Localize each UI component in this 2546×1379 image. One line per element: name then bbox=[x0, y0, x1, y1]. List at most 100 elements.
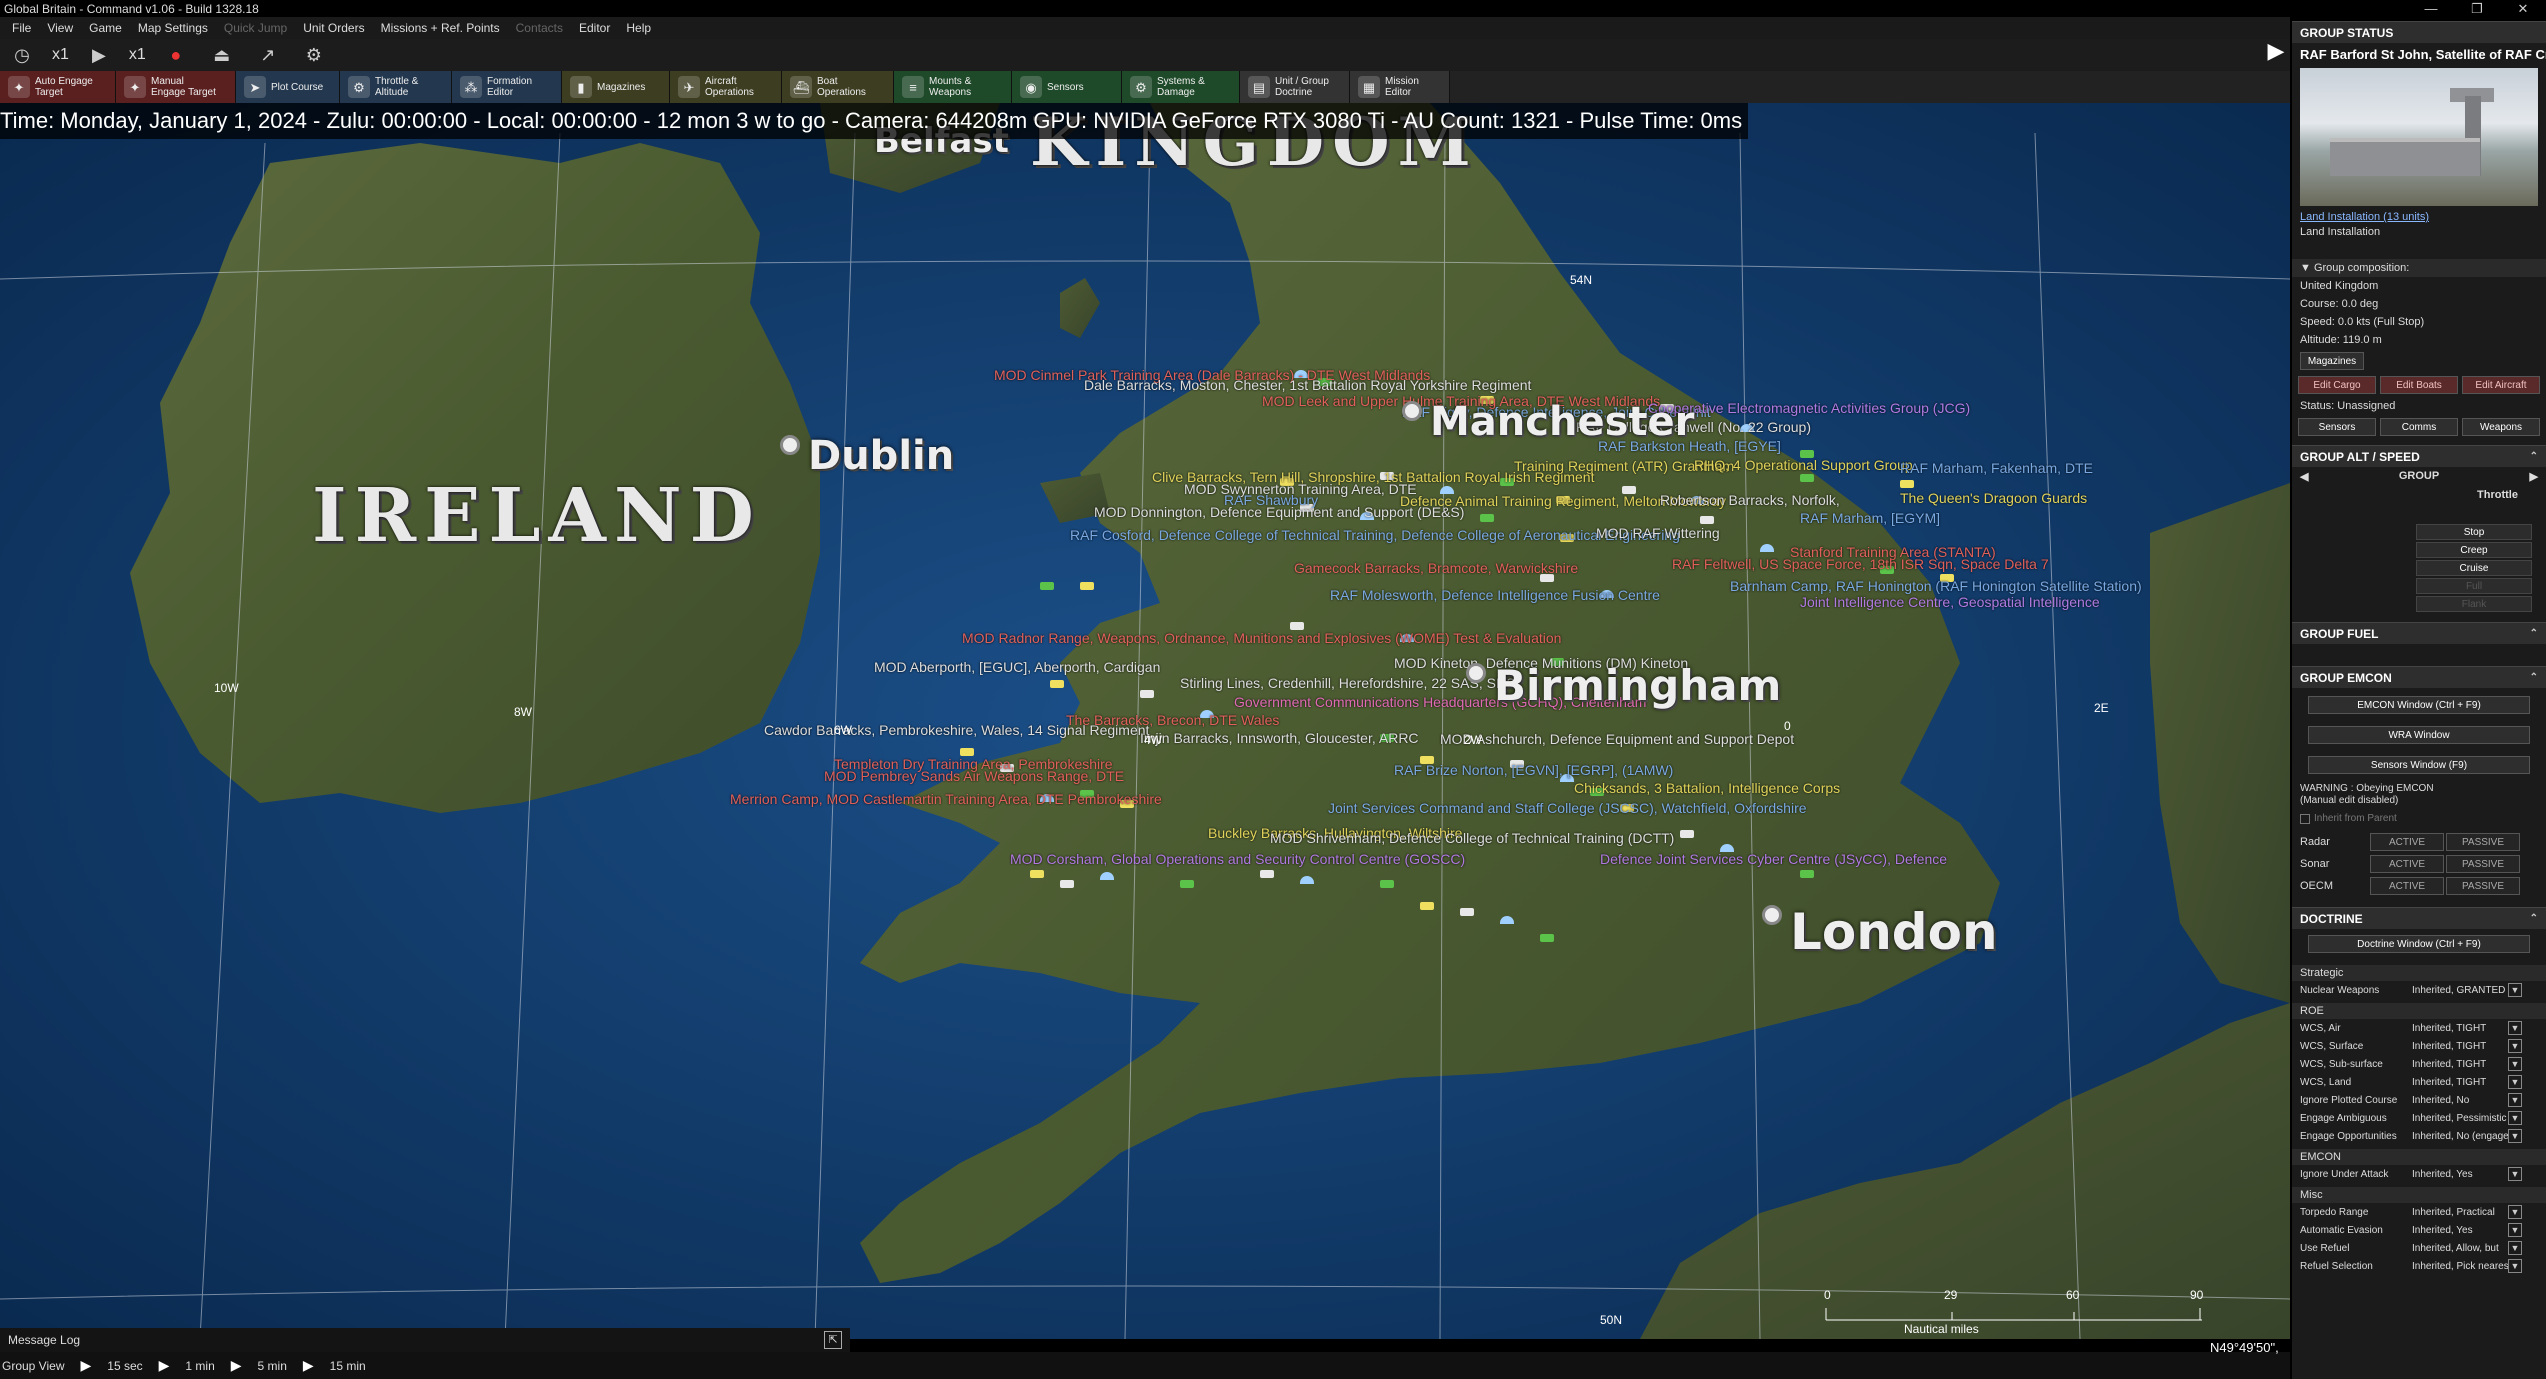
magazines-button[interactable]: ▮ Magazines bbox=[562, 71, 670, 103]
unit-label[interactable]: MOD Donnington, Defence Equipment and Su… bbox=[1094, 504, 1464, 520]
throttle-full-button[interactable]: Full bbox=[2416, 578, 2532, 594]
boat-operations-button[interactable]: ⛴ Boat Operations bbox=[782, 71, 894, 103]
doctrine-setting-value[interactable]: Inherited, TIGHT bbox=[2412, 1041, 2508, 1052]
minimize-button[interactable]: — bbox=[2408, 1, 2454, 16]
magazines-panel-button[interactable]: Magazines bbox=[2300, 352, 2364, 370]
inherit-from-parent-checkbox[interactable]: Inherit from Parent bbox=[2292, 810, 2546, 827]
unit-label[interactable]: Chicksands, 3 Battalion, Intelligence Co… bbox=[1574, 780, 1840, 796]
step-5min[interactable]: 5 min bbox=[258, 1359, 287, 1373]
unit-label[interactable]: Gamecock Barracks, Bramcote, Warwickshir… bbox=[1294, 560, 1578, 576]
emcon-passive-option[interactable]: PASSIVE bbox=[2446, 877, 2520, 895]
step-compression-label[interactable]: x1 bbox=[129, 46, 146, 64]
unit-marker-icon[interactable] bbox=[1800, 474, 1814, 482]
unit-label[interactable]: Stirling Lines, Credenhill, Herefordshir… bbox=[1180, 675, 1515, 691]
plot-course-button[interactable]: ➤ Plot Course bbox=[236, 71, 340, 103]
alt-speed-header[interactable]: GROUP ALT / SPEED ⌃ bbox=[2292, 445, 2546, 467]
fuel-header[interactable]: GROUP FUEL ⌃ bbox=[2292, 622, 2546, 644]
edit-cargo-button[interactable]: Edit Cargo bbox=[2298, 376, 2376, 394]
unit-marker-icon[interactable] bbox=[1680, 830, 1694, 838]
chevron-down-icon[interactable]: ▼ bbox=[2508, 1057, 2522, 1071]
unit-label[interactable]: The Queen's Dragoon Guards bbox=[1900, 490, 2087, 506]
tab-sensors[interactable]: Sensors bbox=[2298, 418, 2376, 436]
unit-label[interactable]: Robertson Barracks, Norfolk, bbox=[1660, 492, 1840, 508]
unit-label[interactable]: The Barracks, Brecon, DTE Wales bbox=[1066, 712, 1279, 728]
menu-help[interactable]: Help bbox=[618, 21, 659, 35]
step-icon[interactable]: ▶ bbox=[303, 1357, 314, 1374]
unit-marker-icon[interactable] bbox=[1300, 876, 1314, 884]
unit-label[interactable]: Imjin Barracks, Innsworth, Gloucester, A… bbox=[1140, 730, 1419, 746]
close-button[interactable]: ✕ bbox=[2500, 1, 2546, 17]
unit-marker-icon[interactable] bbox=[1140, 690, 1154, 698]
clock-icon[interactable]: ◷ bbox=[6, 45, 38, 66]
undock-icon[interactable]: ⇱ bbox=[824, 1331, 842, 1349]
unit-marker-icon[interactable] bbox=[1040, 582, 1054, 590]
menu-unit-orders[interactable]: Unit Orders bbox=[295, 21, 372, 35]
emcon-header[interactable]: GROUP EMCON ⌃ bbox=[2292, 666, 2546, 688]
doctrine-setting-value[interactable]: Inherited, TIGHT bbox=[2412, 1059, 2508, 1070]
chevron-down-icon[interactable]: ▼ bbox=[2508, 1205, 2522, 1219]
pointer-icon[interactable]: ↗ bbox=[252, 45, 284, 66]
unit-label[interactable]: RAF Brize Norton, [EGVN], [EGRP], (1AMW) bbox=[1394, 762, 1673, 778]
throttle-creep-button[interactable]: Creep bbox=[2416, 542, 2532, 558]
unit-label[interactable]: Cooperative Electromagnetic Activities G… bbox=[1648, 400, 1970, 416]
systems-damage-button[interactable]: ⚙ Systems & Damage bbox=[1122, 71, 1240, 103]
unit-marker-icon[interactable] bbox=[1800, 870, 1814, 878]
wra-window-button[interactable]: WRA Window bbox=[2308, 726, 2530, 744]
throttle-flank-button[interactable]: Flank bbox=[2416, 596, 2532, 612]
doctrine-setting-value[interactable]: Inherited, No bbox=[2412, 1095, 2508, 1106]
unit-marker-icon[interactable] bbox=[1260, 870, 1274, 878]
sensors-button[interactable]: ◉ Sensors bbox=[1012, 71, 1122, 103]
unit-label[interactable]: MOD Pembrey Sands Air Weapons Range, DTE bbox=[824, 768, 1124, 784]
throttle-altitude-button[interactable]: ⚙ Throttle & Altitude bbox=[340, 71, 452, 103]
tab-weapons[interactable]: Weapons bbox=[2462, 418, 2540, 436]
unit-marker-icon[interactable] bbox=[1030, 870, 1044, 878]
aircraft-operations-button[interactable]: ✈ Aircraft Operations bbox=[670, 71, 782, 103]
menu-editor[interactable]: Editor bbox=[571, 21, 618, 35]
tactical-map[interactable]: IRELAND KINGDOM Belfast Dublin Manchester Bir… bbox=[0, 103, 2290, 1339]
chevron-down-icon[interactable]: ▼ bbox=[2508, 1223, 2522, 1237]
replay-icon[interactable]: ⏏ bbox=[206, 45, 238, 66]
unit-marker-icon[interactable] bbox=[1700, 516, 1714, 524]
unit-marker-icon[interactable] bbox=[1290, 622, 1304, 630]
emcon-active-option[interactable]: ACTIVE bbox=[2370, 855, 2444, 873]
formation-editor-button[interactable]: ⁂ Formation Editor bbox=[452, 71, 562, 103]
menu-map-settings[interactable]: Map Settings bbox=[130, 21, 216, 35]
maximize-button[interactable]: ❐ bbox=[2454, 1, 2500, 17]
unit-marker-icon[interactable] bbox=[1180, 880, 1194, 888]
doctrine-button[interactable]: ▤ Unit / Group Doctrine bbox=[1240, 71, 1350, 103]
chevron-down-icon[interactable]: ▼ bbox=[2508, 1075, 2522, 1089]
step-15sec[interactable]: 15 sec bbox=[107, 1359, 142, 1373]
unit-label[interactable]: RAF Molesworth, Defence Intelligence Fus… bbox=[1330, 587, 1660, 603]
menu-view[interactable]: View bbox=[39, 21, 81, 35]
unit-marker-icon[interactable] bbox=[1060, 880, 1074, 888]
record-icon[interactable]: ● bbox=[160, 45, 192, 66]
menu-file[interactable]: File bbox=[4, 21, 39, 35]
doctrine-setting-value[interactable]: Inherited, TIGHT bbox=[2412, 1077, 2508, 1088]
doctrine-setting-value[interactable]: Inherited, Yes bbox=[2412, 1169, 2508, 1180]
unit-label[interactable]: RAF Feltwell, US Space Force, 18th ISR S… bbox=[1672, 556, 2049, 572]
chevron-down-icon[interactable]: ▼ bbox=[2508, 1021, 2522, 1035]
doctrine-setting-value[interactable]: Inherited, Practical bbox=[2412, 1207, 2508, 1218]
chevron-left-icon[interactable]: ◀ bbox=[2300, 470, 2308, 483]
emcon-passive-option[interactable]: PASSIVE bbox=[2446, 833, 2520, 851]
unit-marker-icon[interactable] bbox=[1900, 480, 1914, 488]
unit-marker-icon[interactable] bbox=[1500, 916, 1514, 924]
mission-editor-button[interactable]: ▦ Mission Editor bbox=[1350, 71, 1450, 103]
doctrine-setting-value[interactable]: Inherited, Yes bbox=[2412, 1225, 2508, 1236]
doctrine-setting-value[interactable]: Inherited, Pick nearest bbox=[2412, 1261, 2508, 1272]
chevron-down-icon[interactable]: ▼ bbox=[2508, 1241, 2522, 1255]
chevron-down-icon[interactable]: ▼ bbox=[2508, 1167, 2522, 1181]
chevron-down-icon[interactable]: ▼ bbox=[2508, 1259, 2522, 1273]
edit-aircraft-button[interactable]: Edit Aircraft bbox=[2462, 376, 2540, 394]
unit-label[interactable]: Joint Intelligence Centre, Geospatial In… bbox=[1800, 594, 2100, 610]
chevron-down-icon[interactable]: ▼ bbox=[2508, 1039, 2522, 1053]
group-view-label[interactable]: Group View bbox=[2, 1359, 64, 1373]
emcon-passive-option[interactable]: PASSIVE bbox=[2446, 855, 2520, 873]
unit-label[interactable]: RAF Cosford, Defence College of Technica… bbox=[1070, 527, 1680, 543]
unit-marker-icon[interactable] bbox=[1460, 908, 1474, 916]
doctrine-setting-value[interactable]: Inherited, No (engage) bbox=[2412, 1131, 2508, 1142]
step-1min[interactable]: 1 min bbox=[185, 1359, 214, 1373]
unit-marker-icon[interactable] bbox=[1050, 680, 1064, 688]
unit-label[interactable]: Merrion Camp, MOD Castlemartin Training … bbox=[730, 791, 1162, 807]
chevron-down-icon[interactable]: ▼ bbox=[2508, 1129, 2522, 1143]
